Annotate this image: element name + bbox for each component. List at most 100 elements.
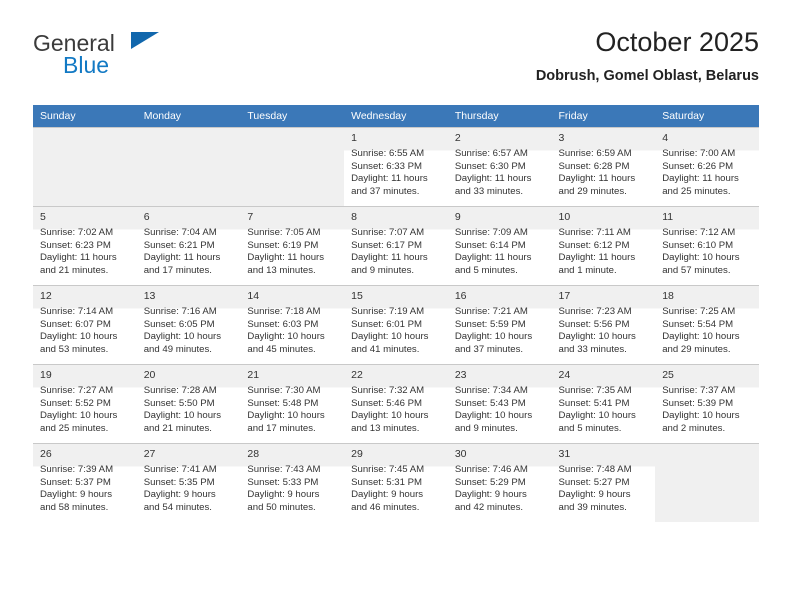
sunrise-time: Sunrise: 7:18 AM — [247, 306, 321, 317]
day-cell[interactable]: 10 Sunrise: 7:11 AM Sunset: 6:12 PM Dayligh… — [551, 206, 656, 286]
sun-info: Sunrise: 7:23 AM Sunset: 5:56 PM Daylight:… — [559, 306, 650, 356]
day-number: 19 — [40, 369, 52, 381]
sun-info: Sunrise: 7:00 AM Sunset: 6:26 PM Daylight:… — [662, 148, 753, 198]
day-cell[interactable]: 17 Sunrise: 7:23 AM Sunset: 5:56 PM Dayligh… — [551, 285, 656, 365]
daylight-hours: Daylight: 10 hours — [662, 331, 740, 343]
sun-info: Sunrise: 7:12 AM Sunset: 6:10 PM Daylight:… — [662, 227, 753, 277]
daylight-minutes: and 58 minutes. — [40, 501, 109, 513]
day-number: 6 — [143, 211, 150, 223]
day-cell[interactable]: 5 Sunrise: 7:02 AM Sunset: 6:23 PM Daylight… — [33, 206, 137, 286]
day-cell[interactable]: 14 Sunrise: 7:18 AM Sunset: 6:03 PM Dayligh… — [240, 285, 345, 365]
day-cell[interactable]: 23 Sunrise: 7:34 AM Sunset: 5:43 PM Dayligh… — [447, 364, 552, 444]
daylight-hours: Daylight: 9 hours — [454, 489, 527, 501]
sunset-time: Sunset: 6:28 PM — [558, 160, 630, 172]
week-row: 12 Sunrise: 7:14 AM Sunset: 6:07 PM Dayligh… — [33, 285, 759, 365]
day-cell-content: 17 Sunrise: 7:23 AM Sunset: 5:56 PM Dayligh… — [551, 286, 656, 355]
daylight-minutes: and 33 minutes. — [558, 343, 627, 355]
day-cell[interactable]: 28 Sunrise: 7:43 AM Sunset: 5:33 PM Dayligh… — [240, 443, 345, 522]
day-cell[interactable]: 24 Sunrise: 7:35 AM Sunset: 5:41 PM Dayligh… — [551, 364, 656, 444]
sunset-time: Sunset: 5:48 PM — [247, 397, 319, 409]
day-cell-content: 16 Sunrise: 7:21 AM Sunset: 5:59 PM Dayligh… — [447, 286, 552, 355]
weekday-header-saturday: Saturday — [655, 105, 759, 128]
day-number: 5 — [40, 211, 46, 223]
day-number: 26 — [40, 448, 52, 460]
sunrise-time: Sunrise: 7:21 AM — [454, 306, 528, 317]
day-cell[interactable]: 19 Sunrise: 7:27 AM Sunset: 5:52 PM Dayligh… — [33, 364, 137, 444]
day-number: 1 — [351, 132, 357, 144]
day-cell[interactable]: 16 Sunrise: 7:21 AM Sunset: 5:59 PM Dayligh… — [447, 285, 552, 365]
day-cell[interactable]: 26 Sunrise: 7:39 AM Sunset: 5:37 PM Dayligh… — [33, 443, 137, 522]
sunrise-time: Sunrise: 7:25 AM — [662, 306, 736, 317]
day-number: 31 — [558, 448, 571, 460]
sun-info: Sunrise: 7:21 AM Sunset: 5:59 PM Daylight:… — [455, 306, 546, 356]
day-cell[interactable]: 12 Sunrise: 7:14 AM Sunset: 6:07 PM Dayligh… — [33, 285, 137, 365]
day-cell[interactable]: 6 Sunrise: 7:04 AM Sunset: 6:21 PM Daylight… — [136, 206, 241, 286]
day-cell[interactable]: 18 Sunrise: 7:25 AM Sunset: 5:54 PM Dayligh… — [655, 285, 759, 365]
day-cell[interactable]: 25 Sunrise: 7:37 AM Sunset: 5:39 PM Dayligh… — [655, 364, 759, 444]
sunset-time: Sunset: 6:07 PM — [40, 318, 111, 330]
day-cell-content: 30 Sunrise: 7:46 AM Sunset: 5:29 PM Dayligh… — [447, 444, 552, 513]
day-cell[interactable]: 27 Sunrise: 7:41 AM Sunset: 5:35 PM Dayligh… — [136, 443, 241, 522]
daylight-hours: Daylight: 9 hours — [247, 489, 320, 501]
day-cell[interactable]: 9 Sunrise: 7:09 AM Sunset: 6:14 PM Daylight… — [447, 206, 552, 286]
sunset-time: Sunset: 6:17 PM — [351, 239, 423, 251]
weekday-header-row: Sunday Monday Tuesday Wednesday Thursday… — [33, 105, 759, 128]
daylight-hours: Daylight: 10 hours — [351, 410, 429, 422]
day-number: 25 — [662, 369, 674, 381]
sunrise-time: Sunrise: 7:39 AM — [40, 464, 114, 475]
daylight-hours: Daylight: 11 hours — [351, 173, 428, 185]
sunrise-time: Sunrise: 7:43 AM — [247, 464, 321, 475]
day-cell-content: 27 Sunrise: 7:41 AM Sunset: 5:35 PM Dayligh… — [136, 444, 241, 513]
day-cell[interactable]: 1 Sunrise: 6:55 AM Sunset: 6:33 PM Daylight… — [344, 127, 448, 207]
day-cell-content — [33, 128, 137, 206]
daylight-minutes: and 57 minutes. — [662, 264, 731, 276]
general-blue-logo[interactable]: General Blue — [33, 30, 253, 86]
day-number: 10 — [558, 211, 571, 223]
sunset-time: Sunset: 6:30 PM — [454, 160, 526, 172]
sunrise-time: Sunrise: 6:55 AM — [351, 148, 425, 159]
day-cell-content: 24 Sunrise: 7:35 AM Sunset: 5:41 PM Dayligh… — [551, 365, 656, 434]
day-cell[interactable]: 8 Sunrise: 7:07 AM Sunset: 6:17 PM Daylight… — [344, 206, 448, 286]
daylight-hours: Daylight: 10 hours — [143, 410, 222, 422]
day-cell[interactable]: 20 Sunrise: 7:28 AM Sunset: 5:50 PM Dayligh… — [136, 364, 241, 444]
sun-info: Sunrise: 6:55 AM Sunset: 6:33 PM Daylight:… — [351, 148, 442, 198]
day-cell[interactable]: 4 Sunrise: 7:00 AM Sunset: 6:26 PM Daylight… — [655, 127, 759, 207]
sunset-time: Sunset: 5:46 PM — [351, 397, 423, 409]
day-cell-empty — [33, 127, 137, 207]
weekday-header-friday: Friday — [551, 105, 656, 128]
day-cell-content: 21 Sunrise: 7:30 AM Sunset: 5:48 PM Dayligh… — [240, 365, 345, 434]
logo-triangle-icon — [131, 32, 159, 49]
day-cell-content: 22 Sunrise: 7:32 AM Sunset: 5:46 PM Dayligh… — [344, 365, 448, 434]
sunrise-time: Sunrise: 7:09 AM — [454, 227, 528, 238]
day-cell[interactable]: 7 Sunrise: 7:05 AM Sunset: 6:19 PM Daylight… — [240, 206, 345, 286]
daylight-hours: Daylight: 9 hours — [143, 489, 216, 501]
sunrise-time: Sunrise: 7:34 AM — [454, 385, 528, 396]
sunrise-time: Sunrise: 7:46 AM — [454, 464, 528, 475]
daylight-minutes: and 42 minutes. — [454, 501, 524, 513]
daylight-minutes: and 21 minutes. — [40, 264, 109, 276]
day-cell[interactable]: 22 Sunrise: 7:32 AM Sunset: 5:46 PM Dayligh… — [344, 364, 448, 444]
day-cell[interactable]: 30 Sunrise: 7:46 AM Sunset: 5:29 PM Dayligh… — [447, 443, 552, 522]
sun-info: Sunrise: 7:35 AM Sunset: 5:41 PM Daylight:… — [559, 385, 650, 435]
day-cell[interactable]: 11 Sunrise: 7:12 AM Sunset: 6:10 PM Dayligh… — [655, 206, 759, 286]
sunset-time: Sunset: 5:52 PM — [40, 397, 111, 409]
day-cell[interactable]: 21 Sunrise: 7:30 AM Sunset: 5:48 PM Dayligh… — [240, 364, 345, 444]
sun-info: Sunrise: 7:30 AM Sunset: 5:48 PM Daylight:… — [247, 385, 338, 435]
day-cell[interactable]: 29 Sunrise: 7:45 AM Sunset: 5:31 PM Dayligh… — [344, 443, 448, 522]
daylight-hours: Daylight: 10 hours — [40, 410, 118, 422]
daylight-minutes: and 39 minutes. — [558, 501, 627, 513]
daylight-hours: Daylight: 11 hours — [351, 252, 428, 264]
day-number: 22 — [351, 369, 363, 381]
daylight-hours: Daylight: 10 hours — [247, 410, 325, 422]
day-cell[interactable]: 3 Sunrise: 6:59 AM Sunset: 6:28 PM Daylight… — [551, 127, 656, 207]
sunset-time: Sunset: 6:01 PM — [351, 318, 423, 330]
day-cell[interactable]: 2 Sunrise: 6:57 AM Sunset: 6:30 PM Daylight… — [447, 127, 552, 207]
day-cell[interactable]: 15 Sunrise: 7:19 AM Sunset: 6:01 PM Dayligh… — [344, 285, 448, 365]
day-cell[interactable]: 31 Sunrise: 7:48 AM Sunset: 5:27 PM Dayligh… — [551, 443, 656, 522]
sunrise-time: Sunrise: 7:37 AM — [662, 385, 736, 396]
day-cell-content — [655, 444, 759, 522]
daylight-hours: Daylight: 11 hours — [143, 252, 221, 264]
day-cell-content: 15 Sunrise: 7:19 AM Sunset: 6:01 PM Dayligh… — [344, 286, 448, 355]
day-cell-content — [240, 128, 344, 206]
day-cell[interactable]: 13 Sunrise: 7:16 AM Sunset: 6:05 PM Dayligh… — [136, 285, 241, 365]
